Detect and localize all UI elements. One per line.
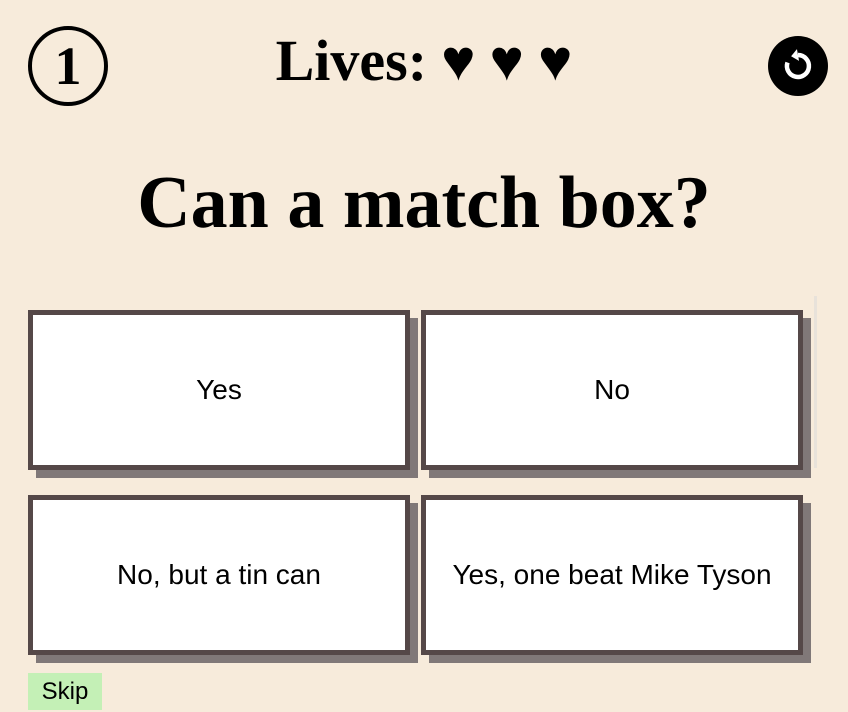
lives-label: Lives: — [275, 28, 428, 93]
restart-button[interactable] — [768, 36, 828, 96]
answer-button-1[interactable]: Yes — [28, 310, 410, 470]
scrollbar[interactable] — [814, 296, 817, 468]
restart-icon — [784, 49, 812, 80]
answer-label: No — [594, 374, 630, 405]
lives-display: Lives: ♥ ♥ ♥ — [0, 26, 848, 96]
answer-button-4[interactable]: Yes, one beat Mike Tyson — [421, 495, 803, 655]
answer-label: Yes — [196, 374, 242, 405]
skip-button[interactable]: Skip — [28, 673, 102, 710]
heart-icon: ♥ — [537, 28, 573, 93]
answer-button-3[interactable]: No, but a tin can — [28, 495, 410, 655]
hearts-group: ♥ ♥ ♥ — [427, 28, 572, 93]
answer-button-2[interactable]: No — [421, 310, 803, 470]
heart-icon: ♥ — [441, 28, 476, 93]
answer-label: No, but a tin can — [117, 559, 321, 590]
answer-label: Yes, one beat Mike Tyson — [452, 559, 772, 590]
heart-icon: ♥ — [489, 28, 524, 93]
question-text: Can a match box? — [137, 162, 711, 244]
skip-label: Skip — [41, 677, 89, 705]
